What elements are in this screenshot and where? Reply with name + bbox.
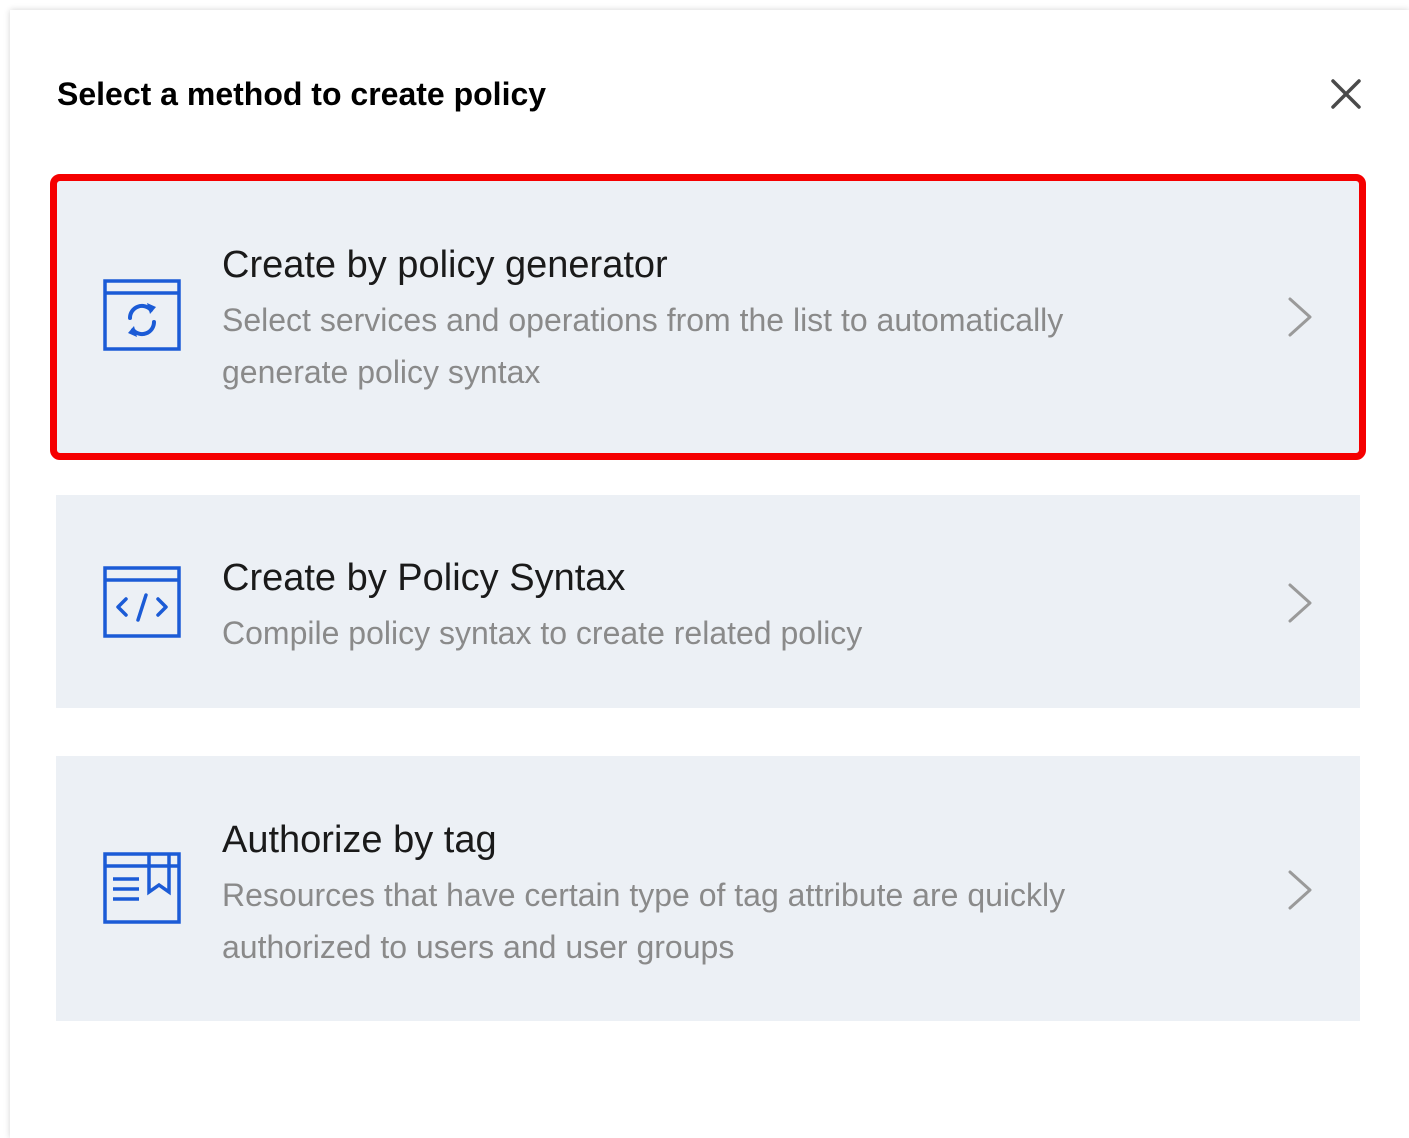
tag-authorize-icon <box>103 852 181 924</box>
chevron-right-icon <box>1288 297 1312 337</box>
close-icon <box>1331 79 1361 109</box>
close-button[interactable] <box>1326 74 1366 114</box>
option-title: Create by policy generator <box>222 244 668 286</box>
option-title: Create by Policy Syntax <box>222 557 626 599</box>
option-policy-generator[interactable]: Create by policy generator Select servic… <box>50 174 1366 460</box>
option-description: Resources that have certain type of tag … <box>222 877 1066 965</box>
option-description: Select services and operations from the … <box>222 302 1064 390</box>
code-syntax-icon <box>103 566 181 638</box>
option-policy-syntax[interactable]: Create by Policy Syntax Compile policy s… <box>56 495 1360 708</box>
chevron-right-icon <box>1288 583 1312 623</box>
option-title: Authorize by tag <box>222 819 497 861</box>
create-policy-dialog: Select a method to create policy Create … <box>10 10 1409 1138</box>
chevron-right-icon <box>1288 870 1312 910</box>
option-description: Compile policy syntax to create related … <box>222 615 863 651</box>
dialog-title: Select a method to create policy <box>57 76 547 112</box>
option-authorize-by-tag[interactable]: Authorize by tag Resources that have cer… <box>56 756 1360 1021</box>
policy-generator-icon <box>103 279 181 351</box>
